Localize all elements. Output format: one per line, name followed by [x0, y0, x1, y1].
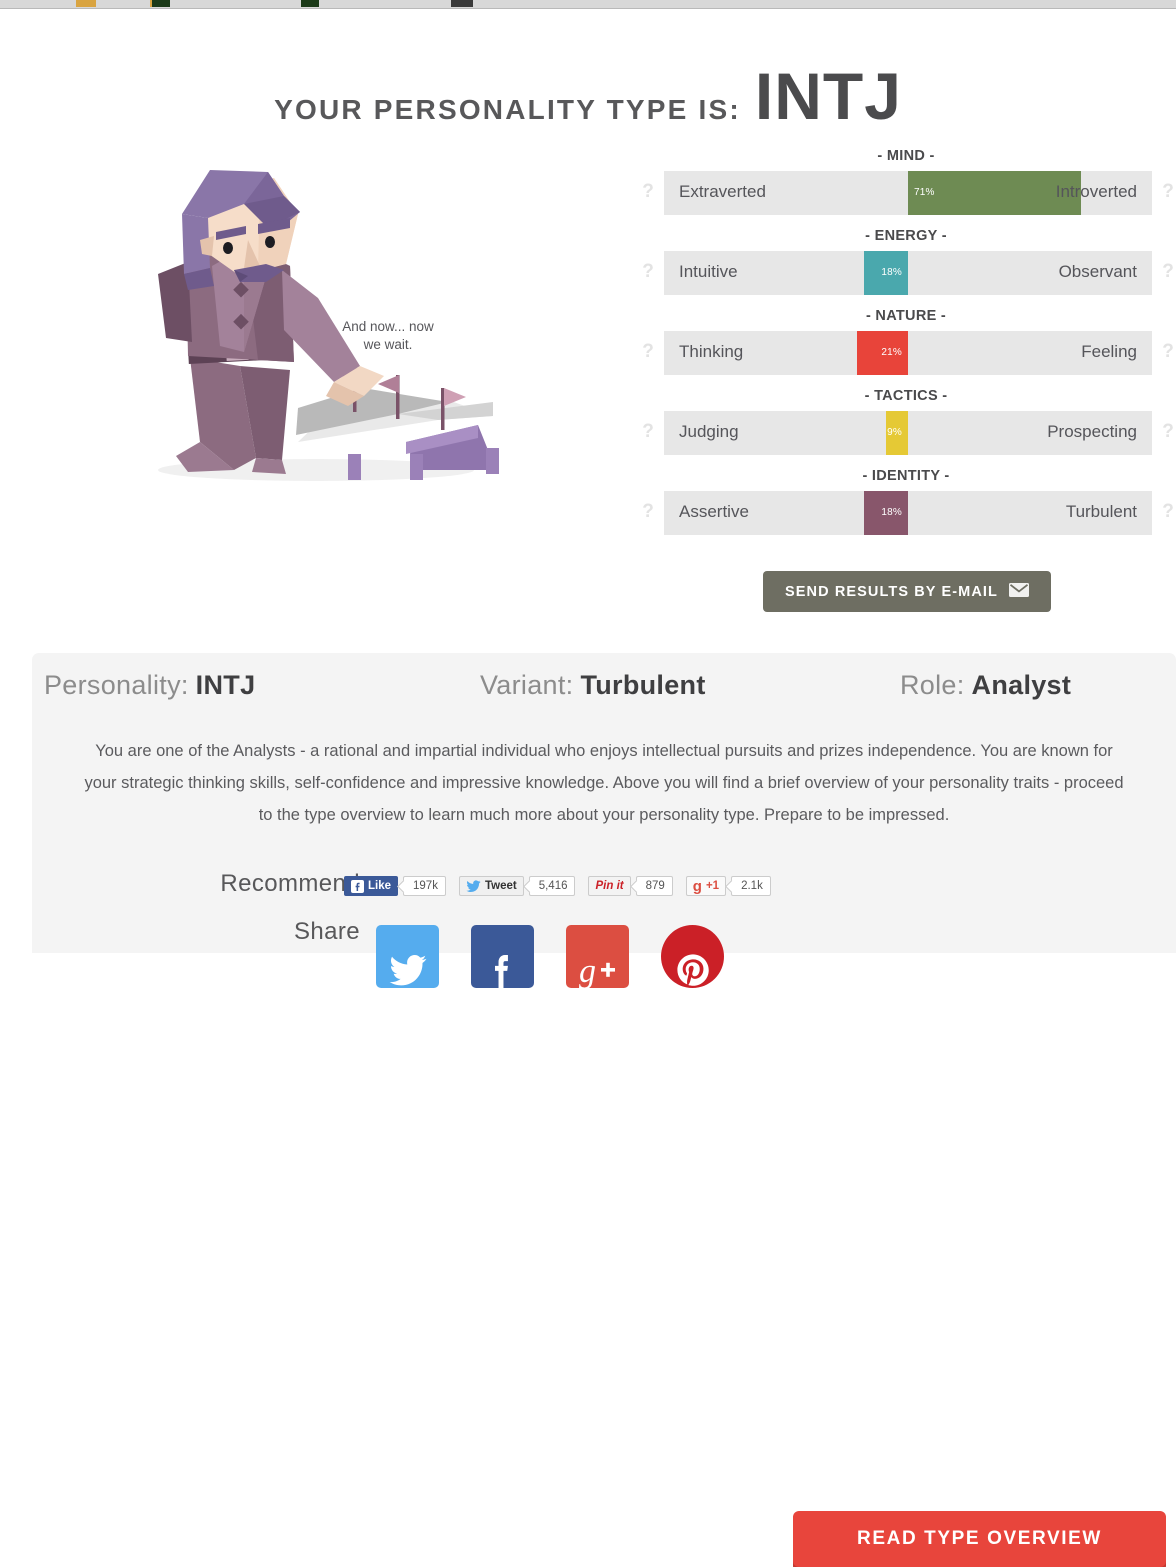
facebook-button-label: Like: [368, 880, 392, 892]
meta-personality: Personality: INTJ: [44, 670, 255, 701]
meta-personality-value: INTJ: [195, 670, 256, 700]
trait-row: ?? 18% Intuitive Observant: [636, 251, 1176, 297]
read-type-overview-button[interactable]: Read type overview: [793, 1511, 1166, 1567]
trait-label-right: Turbulent: [1065, 502, 1137, 521]
trait-label-left: Extraverted: [679, 182, 766, 201]
send-results-by-email-button[interactable]: Send results by e-mail: [763, 571, 1051, 612]
social-count-twitter: Tweet 5,416: [458, 876, 576, 896]
trait-row: ?? 18% Assertive Turbulent: [636, 491, 1176, 537]
help-icon[interactable]: ?: [640, 341, 656, 363]
trait-heading-identity: - IDENTITY -: [862, 468, 950, 484]
trait-heading-mind: - MIND -: [877, 148, 935, 164]
recommend-label: Recommend: [220, 870, 360, 897]
twitter-like-button[interactable]: Tweet: [458, 876, 524, 896]
twitter-count: 5,416: [528, 876, 576, 896]
illustration-caption-line2: we wait.: [363, 337, 413, 352]
help-icon[interactable]: ?: [1160, 341, 1176, 363]
personality-type-code: INTJ: [754, 59, 902, 133]
meta-variant: Variant: Turbulent: [480, 670, 706, 701]
meta-personality-key: Personality:: [44, 670, 189, 700]
tab-chip[interactable]: [152, 0, 170, 7]
trait-percent: 21%: [881, 347, 902, 358]
facebook-share-icon[interactable]: [471, 925, 534, 988]
trait-heading-nature: - NATURE -: [865, 308, 947, 324]
twitter-share-icon[interactable]: [376, 925, 439, 988]
help-icon[interactable]: ?: [640, 181, 656, 203]
summary-panel: Personality: INTJ Variant: Turbulent Role:…: [32, 653, 1176, 1567]
trait-label-right: Feeling: [1081, 342, 1137, 361]
envelope-icon: [1008, 583, 1029, 600]
trait-label-left: Thinking: [679, 342, 744, 361]
help-icon[interactable]: ?: [1160, 181, 1176, 203]
personality-description: You are one of the Analysts - a rational…: [84, 742, 1124, 824]
trait-heading-energy: - ENERGY -: [865, 228, 947, 244]
meta-variant-key: Variant:: [480, 670, 574, 700]
facebook-like-button[interactable]: Like: [344, 876, 399, 896]
facebook-count: 197k: [403, 876, 446, 896]
share-label: Share: [293, 918, 360, 945]
browser-tab-strip[interactable]: [0, 0, 1176, 9]
help-icon[interactable]: ?: [1160, 421, 1176, 443]
social-count-pinterest: Pin it 879: [588, 876, 673, 896]
trait-label-left: Judging: [679, 422, 739, 441]
trait-percent: 18%: [881, 267, 902, 278]
send-results-label: Send results by e-mail: [785, 583, 998, 600]
trait-percent: 18%: [881, 507, 902, 518]
trait-row: ?? 9% Judging Prospecting: [636, 411, 1176, 457]
read-type-overview-label: Read type overview: [857, 1528, 1102, 1549]
social-count-googleplus: g +1 2.1k: [685, 876, 771, 896]
meta-role: Role: Analyst: [900, 670, 1071, 701]
trait-bar: 71% Extraverted Introverted: [664, 171, 1152, 215]
googleplus-share-icon[interactable]: g: [566, 925, 629, 988]
help-icon[interactable]: ?: [640, 501, 656, 523]
meta-role-value: Analyst: [971, 670, 1072, 700]
googleplus-count: 2.1k: [731, 876, 771, 896]
trait-bar: 18% Intuitive Observant: [664, 251, 1152, 295]
googleplus-button-label: +1: [705, 880, 720, 892]
trait-label-right: Observant: [1058, 262, 1137, 281]
pinterest-button-label: Pin it: [595, 880, 624, 892]
help-icon[interactable]: ?: [1160, 261, 1176, 283]
facebook-icon: [351, 879, 364, 893]
help-icon[interactable]: ?: [640, 421, 656, 443]
trait-chart: - MIND -?? 71% Extraverted Introverted - ENE…: [636, 148, 1176, 548]
tab-chip[interactable]: [301, 0, 319, 7]
trait-percent: 71%: [914, 187, 935, 198]
twitter-button-label: Tweet: [484, 880, 517, 892]
meta-row: Personality: INTJ Variant: Turbulent Role:…: [32, 670, 1176, 716]
social-count-facebook: Like 197k: [344, 876, 446, 896]
help-icon[interactable]: ?: [1160, 501, 1176, 523]
trait-label-right: Prospecting: [1047, 422, 1137, 441]
twitter-icon: [466, 879, 481, 893]
trait-bar: 18% Assertive Turbulent: [664, 491, 1152, 535]
trait-bar: 21% Thinking Feeling: [664, 331, 1152, 375]
pinterest-share-icon[interactable]: [661, 925, 724, 988]
trait-row: ?? 71% Extraverted Introverted: [636, 171, 1176, 217]
googleplus-like-button[interactable]: g +1: [685, 876, 727, 896]
meta-variant-value: Turbulent: [580, 670, 706, 700]
trait-label-right: Introverted: [1055, 182, 1137, 201]
tab-chip[interactable]: [451, 0, 473, 7]
illustration-caption: And now... now we wait.: [330, 318, 446, 354]
illustration-caption-line1: And now... now: [342, 319, 434, 334]
svg-text:g: g: [579, 954, 596, 988]
help-icon[interactable]: ?: [640, 261, 656, 283]
trait-row: ?? 21% Thinking Feeling: [636, 331, 1176, 377]
trait-heading-tactics: - TACTICS -: [864, 388, 948, 404]
meta-role-key: Role:: [900, 670, 965, 700]
share-icon-row: g: [376, 925, 724, 988]
trait-percent: 9%: [887, 427, 902, 438]
social-count-row: Like 197k Tweet 5,416 Pin it 879 g +1 2.1k: [344, 875, 771, 897]
trait-label-left: Intuitive: [679, 262, 738, 281]
googleplus-icon: g: [692, 877, 702, 895]
pinterest-like-button[interactable]: Pin it: [588, 876, 631, 896]
tab-chip[interactable]: [76, 0, 96, 7]
trait-label-left: Assertive: [679, 502, 749, 521]
page-title-lead: Your personality type is:: [274, 94, 741, 125]
page-title: Your personality type is: INTJ: [0, 58, 1176, 134]
trait-bar: 9% Judging Prospecting: [664, 411, 1152, 455]
pinterest-count: 879: [635, 876, 673, 896]
